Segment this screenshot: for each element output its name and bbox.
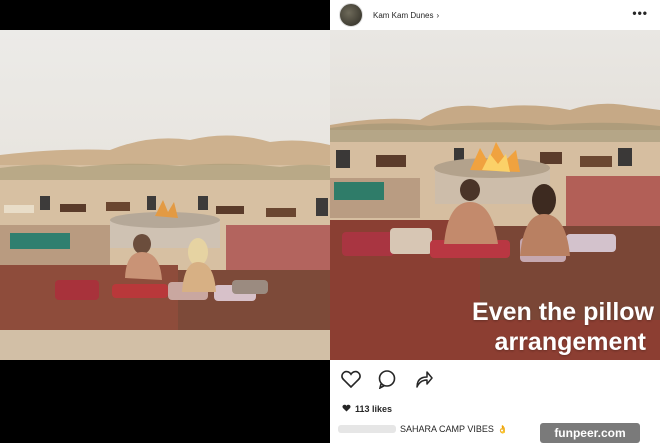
likes-count[interactable]: 113 likes [342, 404, 392, 414]
likes-label: 113 likes [355, 404, 393, 414]
heart-icon[interactable] [339, 367, 363, 391]
overlay-caption-line1: Even the pillow [472, 298, 654, 326]
desert-photo-post: Even the pillow arrangement [330, 30, 660, 360]
overlay-caption-line2: arrangement [494, 328, 646, 356]
left-panel [0, 0, 330, 443]
account-name[interactable]: Kam Kam Dunes [373, 11, 433, 20]
desert-scene-left [0, 30, 330, 360]
chevron-right-icon[interactable]: › [436, 11, 439, 20]
post-caption: SAHARA CAMP VIBES 👌 [338, 424, 508, 434]
post-actions [339, 366, 435, 392]
share-icon[interactable] [411, 367, 435, 391]
heart-filled-icon [342, 404, 351, 414]
instagram-post: Kam Kam Dunes › ••• Even the pillow arra… [330, 0, 660, 443]
more-options-icon[interactable]: ••• [632, 6, 648, 20]
screenshot: Kam Kam Dunes › ••• Even the pillow arra… [0, 0, 660, 443]
desert-photo-original [0, 30, 330, 360]
ok-hand-icon: 👌 [497, 424, 508, 434]
watermark: funpeer.com [540, 423, 640, 443]
comment-icon[interactable] [375, 367, 399, 391]
avatar[interactable] [339, 3, 363, 27]
blurred-username [338, 425, 396, 433]
caption-text: SAHARA CAMP VIBES [400, 424, 494, 434]
post-header: Kam Kam Dunes › ••• [330, 0, 660, 30]
